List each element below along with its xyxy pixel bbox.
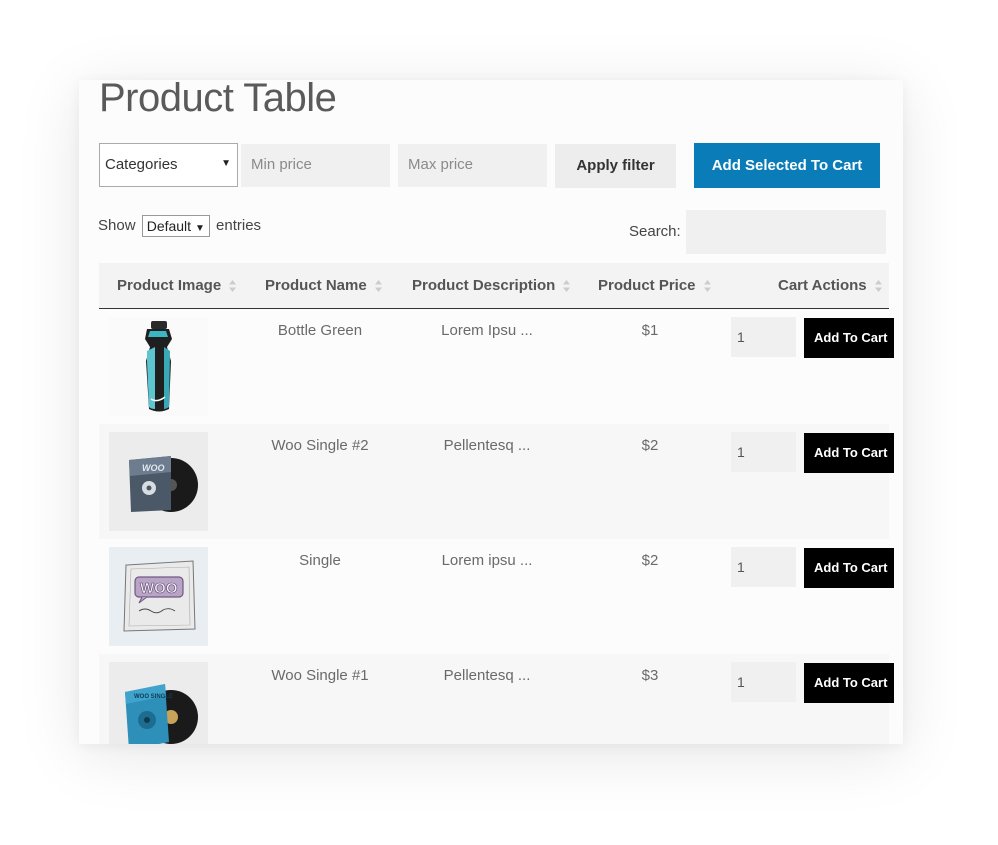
table-row: WOO SINGLE Woo Single #1 Pellentesq ... … (99, 654, 894, 744)
product-table-panel: Product Table Categories ▼ Min price Max… (79, 80, 903, 744)
column-product-description[interactable]: Product Description (412, 263, 571, 309)
search-label: Search: (629, 223, 681, 240)
sort-icon (703, 279, 712, 293)
product-description: Pellentesq ... (443, 667, 531, 684)
column-label: Cart Actions (778, 277, 867, 294)
min-price-input[interactable]: Min price (241, 144, 390, 187)
product-price: $3 (641, 667, 659, 684)
svg-text:WOO: WOO (140, 580, 178, 597)
sort-icon (228, 279, 237, 293)
entries-select[interactable]: Default ▼ (141, 215, 210, 238)
table-row: Bottle Green Lorem Ipsu ... $1 1 Add To … (99, 309, 894, 424)
add-to-cart-button[interactable]: Add To Cart (804, 318, 894, 358)
product-name[interactable]: Woo Single #1 (250, 667, 390, 684)
quantity-input[interactable]: 1 (731, 662, 796, 702)
categories-select-value: Categories (105, 156, 178, 173)
max-price-placeholder: Max price (408, 156, 474, 173)
column-label: Product Name (265, 277, 367, 294)
max-price-input[interactable]: Max price (398, 144, 547, 187)
svg-text:WOO SINGLE: WOO SINGLE (134, 694, 173, 700)
min-price-placeholder: Min price (251, 156, 312, 173)
sort-icon (374, 279, 383, 293)
dropdown-arrow-icon: ▼ (194, 223, 205, 235)
sort-icon (874, 279, 883, 293)
dropdown-arrow-icon: ▼ (221, 158, 231, 169)
quantity-input[interactable]: 1 (731, 547, 796, 587)
add-to-cart-button[interactable]: Add To Cart (804, 663, 894, 703)
product-description: Lorem ipsu ... (441, 552, 533, 569)
search-input[interactable] (686, 210, 886, 254)
table-row: WOO Single Lorem ipsu ... $2 1 Add To Ca… (99, 539, 894, 654)
product-description: Lorem Ipsu ... (441, 322, 533, 339)
add-to-cart-button[interactable]: Add To Cart (804, 548, 894, 588)
column-product-price[interactable]: Product Price (598, 263, 712, 309)
product-image-woo-single-sketch[interactable]: WOO (109, 547, 208, 646)
quantity-input[interactable]: 1 (731, 432, 796, 472)
column-label: Product Image (117, 277, 222, 294)
entries-length-control: Show Default ▼ entries (98, 214, 261, 238)
table-row: WOO Woo Single #2 Pellentesq ... $2 1 Ad… (99, 424, 894, 539)
quantity-value: 1 (737, 444, 745, 460)
column-product-image[interactable]: Product Image (117, 263, 237, 309)
table-header: Product Image Product Name Product Descr… (99, 263, 889, 309)
column-label: Product Price (598, 277, 696, 294)
product-price: $2 (641, 552, 659, 569)
add-to-cart-button[interactable]: Add To Cart (804, 433, 894, 473)
svg-text:WOO: WOO (142, 463, 165, 473)
product-description: Pellentesq ... (443, 437, 531, 454)
column-cart-actions[interactable]: Cart Actions (778, 263, 883, 309)
categories-select[interactable]: Categories ▼ (99, 143, 238, 187)
entries-label: entries (216, 217, 262, 235)
entries-select-value: Default (146, 218, 192, 235)
quantity-input[interactable]: 1 (731, 317, 796, 357)
product-image-vinyl-album-dark[interactable]: WOO (109, 432, 208, 531)
product-name[interactable]: Woo Single #2 (250, 437, 390, 454)
show-label: Show (98, 217, 136, 235)
product-name[interactable]: Bottle Green (250, 322, 390, 339)
quantity-value: 1 (737, 674, 745, 690)
column-label: Product Description (412, 277, 556, 294)
product-image-vinyl-album-blue[interactable]: WOO SINGLE (109, 662, 208, 744)
quantity-value: 1 (737, 559, 745, 575)
product-name[interactable]: Single (250, 552, 390, 569)
quantity-value: 1 (737, 329, 745, 345)
sort-icon (562, 279, 571, 293)
product-price: $2 (641, 437, 659, 454)
page-title: Product Table (99, 80, 337, 120)
product-price: $1 (641, 322, 659, 339)
column-product-name[interactable]: Product Name (265, 263, 383, 309)
product-image-water-bottle[interactable] (109, 317, 208, 416)
apply-filter-button[interactable]: Apply filter (555, 144, 676, 188)
add-selected-to-cart-button[interactable]: Add Selected To Cart (694, 143, 880, 188)
